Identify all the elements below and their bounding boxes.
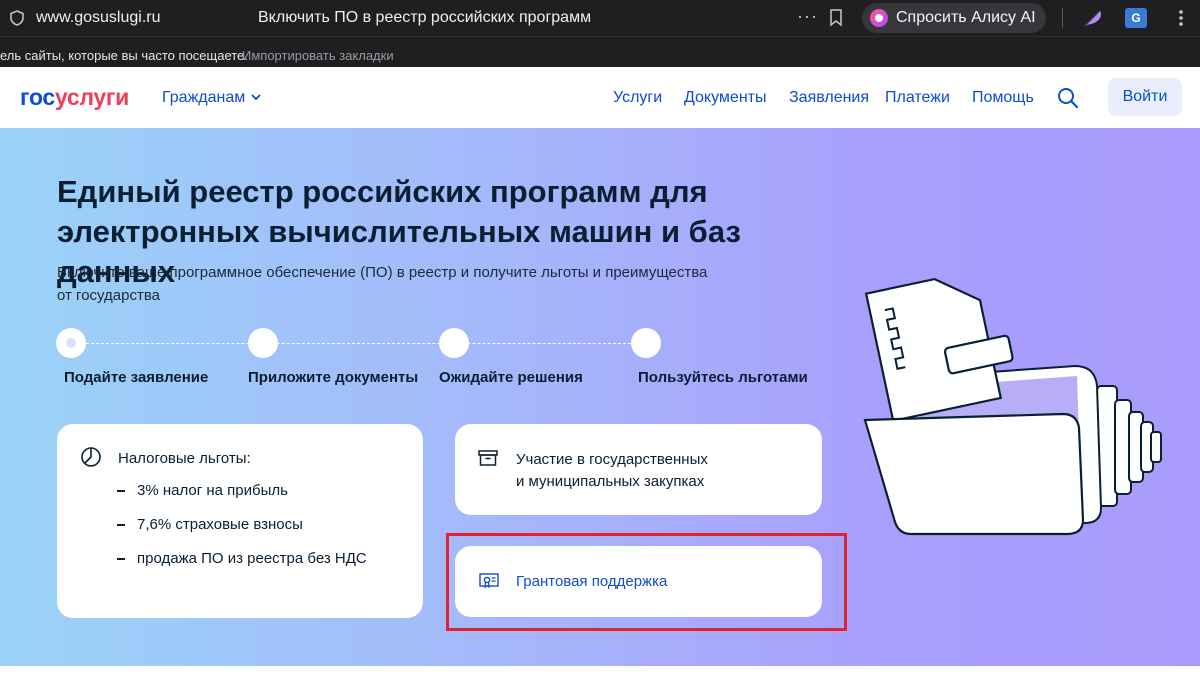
step-label-attach: Приложите документы <box>248 369 419 386</box>
hero-subtitle-line1: Включите ваше программное обеспечение (П… <box>57 264 708 281</box>
step-label-wait: Ожидайте решения <box>439 369 583 386</box>
procurement-line2: и муниципальных закупках <box>516 473 705 490</box>
ask-alice-button[interactable]: Спросить Алису AI <box>862 3 1046 33</box>
gosuslugi-logo[interactable]: госуслуги <box>20 84 129 111</box>
logo-part-gos: гос <box>20 84 55 110</box>
step-dot-2 <box>248 328 278 358</box>
procurement-text: Участие в государственных и муниципальны… <box>516 449 708 493</box>
hero-subtitle: Включите ваше программное обеспечение (П… <box>57 261 757 307</box>
tax-item-text: 7,6% страховые взносы <box>137 516 303 533</box>
step-dot-1 <box>56 328 86 358</box>
bookmarks-hint: ель сайты, которые вы часто посещаете. <box>0 48 248 63</box>
step-label-apply: Подайте заявление <box>64 369 209 386</box>
tax-item-text: продажа ПО из реестра без НДС <box>137 550 367 567</box>
alice-icon <box>870 9 888 27</box>
step-label-use: Пользуйтесь льготами <box>638 369 808 386</box>
browser-toolbar: www.gosuslugi.ru Включить ПО в реестр ро… <box>0 0 1200 36</box>
feather-icon[interactable] <box>1082 8 1104 28</box>
tax-item: продажа ПО из реестра без НДС <box>117 550 367 567</box>
bookmarks-bar: ель сайты, которые вы часто посещаете. И… <box>0 36 1200 67</box>
tax-benefits-title: Налоговые льготы: <box>118 450 251 467</box>
nav-applications[interactable]: Заявления <box>789 89 869 107</box>
citizens-dropdown[interactable]: Гражданам <box>162 89 245 107</box>
tax-item: 7,6% страховые взносы <box>117 516 303 533</box>
step-dot-3 <box>439 328 469 358</box>
dash-icon <box>117 524 125 527</box>
page-title-bar: Включить ПО в реестр российских программ <box>258 9 592 26</box>
more-icon[interactable]: ··· <box>797 6 818 27</box>
search-icon[interactable] <box>1057 87 1079 109</box>
site-header: госуслуги Гражданам Услуги Документы Зая… <box>0 67 1200 128</box>
highlight-annotation <box>446 533 847 631</box>
step-dot-4 <box>631 328 661 358</box>
chevron-down-icon[interactable] <box>250 92 262 102</box>
tax-item: 3% налог на прибыль <box>117 482 288 499</box>
procurement-line1: Участие в государственных <box>516 451 708 468</box>
login-button[interactable]: Войти <box>1108 78 1182 116</box>
hero-subtitle-line2: от государства <box>57 287 160 304</box>
archive-box-icon <box>478 450 498 466</box>
ask-alice-label: Спросить Алису AI <box>896 9 1036 26</box>
folder-card-illustration <box>863 277 1162 536</box>
hero-title-line1: Единый реестр российских программ для <box>57 174 708 209</box>
toolbar-divider <box>1062 8 1063 28</box>
dash-icon <box>117 490 125 493</box>
shield-icon[interactable] <box>10 10 24 26</box>
nav-help[interactable]: Помощь <box>972 89 1034 107</box>
dash-icon <box>117 558 125 561</box>
address-bar-url[interactable]: www.gosuslugi.ru <box>36 9 161 27</box>
hero-section: Единый реестр российских программ для эл… <box>0 128 1200 666</box>
nav-documents[interactable]: Документы <box>684 89 766 107</box>
nav-services[interactable]: Услуги <box>613 89 662 107</box>
tax-benefits-card: Налоговые льготы: 3% налог на прибыль 7,… <box>57 424 423 618</box>
nav-payments[interactable]: Платежи <box>885 89 950 107</box>
menu-icon[interactable] <box>1170 6 1192 30</box>
bookmark-icon[interactable] <box>829 9 843 27</box>
tax-item-text: 3% налог на прибыль <box>137 482 288 499</box>
import-bookmarks-link[interactable]: Импортировать закладки <box>242 48 394 63</box>
procurement-card[interactable]: Участие в государственных и муниципальны… <box>455 424 822 515</box>
steps-connector <box>86 343 646 344</box>
logo-part-uslugi: услуги <box>54 84 129 110</box>
translate-icon[interactable]: G <box>1125 8 1147 28</box>
percent-chart-icon <box>81 447 101 467</box>
